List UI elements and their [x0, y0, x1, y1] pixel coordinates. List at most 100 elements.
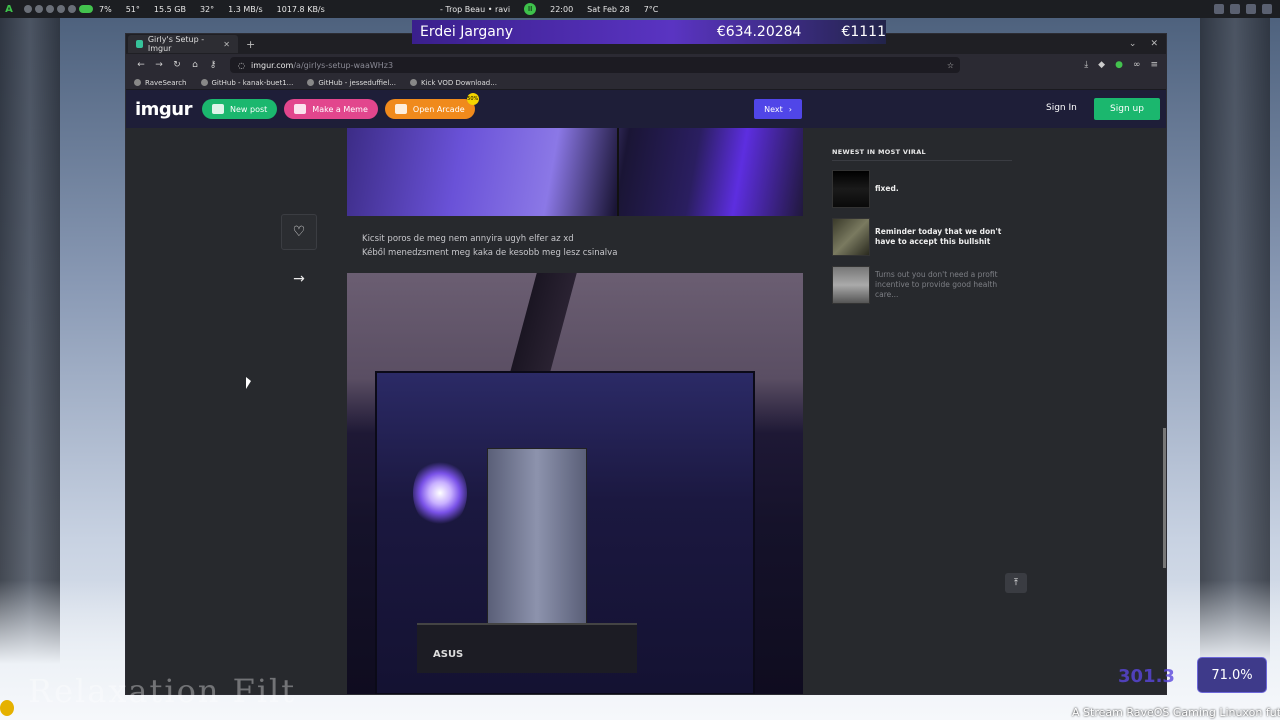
bookmark-item[interactable]: RaveSearch [134, 79, 187, 87]
cpu-usage: 7% [99, 4, 112, 14]
image-caption: Kicsit poros de meg nem annyira ugyh elf… [362, 232, 617, 260]
share-button[interactable]: → [281, 261, 317, 297]
bookmark-icon [134, 79, 141, 86]
viral-post-item[interactable]: Reminder today that we don't have to acc… [832, 218, 1012, 256]
chevron-right-icon: › [788, 104, 792, 114]
stream-caption: A Stream RaveOS Gaming Linuxon fut [1072, 706, 1280, 719]
ticker-goal: €1111 [841, 24, 886, 40]
download-icon[interactable]: ⤓ [1084, 60, 1088, 70]
caption-line: Kéből menedzsment meg kaka de kesobb meg… [362, 248, 618, 258]
make-meme-label: Make a Meme [312, 104, 368, 114]
share-arrow-icon: → [293, 271, 305, 287]
heart-icon: ♡ [292, 224, 306, 240]
next-button[interactable]: Next › [754, 99, 802, 119]
gamepad-icon [394, 104, 407, 114]
github-icon [200, 79, 208, 86]
sidebar-title: NEWEST IN MOST VIRAL [832, 148, 1012, 161]
donation-ticker: Erdei Jargany €634.20284 €1111 [412, 20, 886, 44]
cpu-cooler [487, 448, 587, 628]
reload-icon[interactable]: ↻ [168, 60, 186, 70]
plus-icon [212, 104, 225, 114]
power-icon[interactable] [1262, 4, 1272, 14]
back-icon[interactable]: ← [132, 60, 150, 70]
new-post-label: New post [230, 104, 268, 114]
navigation-bar: ← → ↻ ⌂ ⚷ ◌ imgur.com/a/girlys-setup-waa… [126, 54, 1166, 76]
bookmark-label: GitHub - jesseduffiel... [318, 78, 396, 87]
extension-icon[interactable]: ● [1115, 60, 1123, 70]
new-post-button[interactable]: New post [202, 99, 278, 119]
bookmark-item[interactable]: Kick VOD Download... [410, 79, 497, 87]
globe-icon [410, 79, 417, 86]
tray-icon[interactable] [1230, 4, 1240, 14]
home-icon[interactable]: ⌂ [186, 60, 204, 70]
ram-usage: 15.5 GB [153, 4, 186, 14]
media-track[interactable]: - Trop Beau • ravi [440, 5, 510, 14]
app-menu-icon[interactable]: A [0, 0, 18, 18]
stream-stat: 301.3 [1118, 666, 1175, 687]
gpu-temp: 32° [199, 4, 215, 14]
caption-line: Kicsit poros de meg nem annyira ugyh elf… [362, 234, 574, 244]
shield-icon[interactable]: ◌ [238, 61, 245, 70]
extensions-icon[interactable]: ◆ [1098, 60, 1105, 70]
scroll-to-top-button[interactable]: ⤒ [1005, 573, 1027, 593]
post-image-1[interactable] [347, 128, 803, 216]
sign-up-button[interactable]: Sign up [1094, 98, 1160, 120]
stream-watermark: Relaxation Filt [28, 672, 297, 710]
bookmark-item[interactable]: GitHub - kanak-buet1... [200, 78, 294, 87]
weather[interactable]: 7°C [644, 5, 659, 14]
workspace-switcher[interactable] [24, 5, 93, 13]
tray-icon[interactable] [1246, 4, 1256, 14]
media-play-icon[interactable]: II [524, 3, 537, 15]
tab-list-icon[interactable]: ⌄ [1129, 39, 1137, 49]
key-icon[interactable]: ⚷ [204, 60, 222, 70]
viral-thumbnail [832, 170, 870, 208]
clock-date[interactable]: Sat Feb 28 [587, 5, 630, 14]
coin-icon [0, 700, 14, 716]
browser-window: Girly's Setup - Imgur ✕ + ⌄ ✕ ← → ↻ ⌂ ⚷ … [125, 33, 1167, 695]
close-tab-icon[interactable]: ✕ [223, 40, 230, 49]
open-arcade-button[interactable]: Open Arcade 50% [384, 93, 479, 119]
ticker-name: Erdei Jargany [420, 24, 514, 40]
next-label: Next [764, 104, 783, 114]
cpu-temp: 51° [125, 4, 140, 14]
sign-in-link[interactable]: Sign In [1046, 103, 1077, 113]
link-icon[interactable]: ∞ [1133, 60, 1141, 70]
open-arcade-label: Open Arcade [412, 104, 465, 114]
tab-imgur[interactable]: Girly's Setup - Imgur ✕ [128, 35, 238, 53]
bookmark-label: RaveSearch [145, 78, 187, 87]
imgur-logo[interactable]: imgur [135, 99, 193, 120]
url-host: imgur.com [250, 60, 294, 70]
menu-icon[interactable]: ≡ [1150, 60, 1158, 70]
net-download: 1017.8 KB/s [276, 4, 325, 14]
new-tab-icon[interactable]: + [246, 38, 255, 51]
imgur-favicon-icon [136, 40, 143, 48]
favorite-button[interactable]: ♡ [281, 214, 317, 250]
imgur-header: imgur New post Make a Meme Open Arcade 5… [126, 90, 1166, 128]
close-window-icon[interactable]: ✕ [1150, 39, 1158, 49]
forward-icon[interactable]: → [150, 60, 168, 70]
page-scrollbar[interactable] [1163, 428, 1166, 568]
bookmark-star-icon[interactable]: ☆ [947, 61, 960, 70]
viral-title: fixed. [875, 184, 899, 193]
bookmark-label: GitHub - kanak-buet1... [211, 78, 294, 87]
post-content: ♡ → Kicsit poros de meg nem annyira ugyh… [126, 128, 1166, 694]
gpu-brand: ASUS [433, 649, 464, 660]
bookmarks-bar: RaveSearch GitHub - kanak-buet1... GitHu… [126, 76, 1166, 90]
imgur-page: imgur New post Make a Meme Open Arcade 5… [126, 90, 1166, 694]
post-image-2[interactable]: ASUS [347, 273, 803, 694]
gpu-card: ASUS [417, 623, 637, 673]
viral-post-item[interactable]: fixed. [832, 170, 1012, 208]
arrow-up-icon: ⤒ [1014, 578, 1018, 588]
system-top-bar: A 7% 51° 15.5 GB 32° 1.3 MB/s 1017.8 KB/… [0, 0, 1280, 18]
bookmark-item[interactable]: GitHub - jesseduffiel... [307, 79, 396, 87]
tray-icon[interactable] [1214, 4, 1224, 14]
make-meme-button[interactable]: Make a Meme [284, 99, 378, 119]
bookmark-label: Kick VOD Download... [421, 78, 497, 87]
clock-time[interactable]: 22:00 [550, 5, 573, 14]
url-bar[interactable]: ◌ imgur.com/a/girlys-setup-waaWHz3 ☆ [230, 57, 960, 73]
github-icon [307, 79, 315, 86]
viral-title: Turns out you don't need a profit incent… [875, 270, 998, 299]
viral-post-item[interactable]: Turns out you don't need a profit incent… [832, 266, 1012, 304]
url-path: /a/girlys-setup-waaWHz3 [293, 60, 394, 70]
pc-case: ASUS [375, 371, 755, 694]
